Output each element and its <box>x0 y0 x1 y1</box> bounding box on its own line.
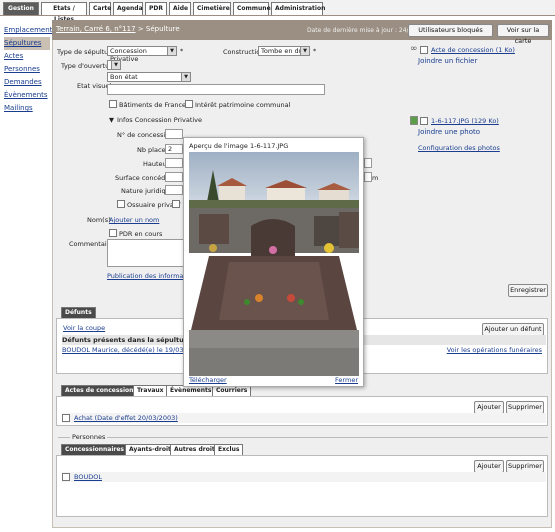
funeral-ops-link[interactable]: Voir les opérations funéraires <box>447 345 542 355</box>
tab-defunts[interactable]: Défunts <box>61 307 96 318</box>
grave-photo <box>189 152 359 379</box>
tab-commune[interactable]: Commune <box>233 2 271 15</box>
type-sepulture-select[interactable]: Concession Privative ▼ <box>107 46 177 63</box>
commentaire-textarea[interactable] <box>107 239 185 267</box>
act-link[interactable]: Achat (Date d'effet 20/03/2003) <box>74 413 178 423</box>
table-row: Achat (Date d'effet 20/03/2003) <box>62 413 546 423</box>
save-button[interactable]: Enregistrer <box>508 284 548 297</box>
close-link[interactable]: Fermer <box>335 376 358 384</box>
infos-concession-label: Infos Concession Privative <box>117 116 203 124</box>
construction-value: Tombe en dur <box>261 47 306 55</box>
photo-config-link[interactable]: Configuration des photos <box>418 144 500 152</box>
divider <box>58 437 548 438</box>
person-link[interactable]: BOUDOL <box>74 472 102 482</box>
batiments-checkbox[interactable] <box>109 100 117 108</box>
sidebar-item-personnes[interactable]: Personnes <box>4 63 50 76</box>
tab-exclus[interactable]: Exclus <box>214 444 244 455</box>
blocked-users-button[interactable]: Utilisateurs bloqués <box>408 24 493 37</box>
photo-checkbox[interactable] <box>420 117 428 125</box>
batiments-label: Bâtiments de France <box>119 101 187 109</box>
interet-label: Intérêt patrimoine communal <box>195 101 291 109</box>
nature-input[interactable] <box>165 185 183 195</box>
option-checkbox[interactable] <box>172 200 180 208</box>
tab-pdr[interactable]: PDR <box>145 2 167 15</box>
acte-link[interactable]: Acte de concession (1 Ko) <box>431 46 515 54</box>
pdr-checkbox[interactable] <box>109 229 117 237</box>
view-cut-link[interactable]: Voir la coupe <box>63 324 105 332</box>
chevron-down-icon: ▼ <box>167 47 176 55</box>
image-icon <box>410 116 418 125</box>
no-concession-input[interactable] <box>165 129 183 139</box>
sidebar-item-actes[interactable]: Actes <box>4 50 50 63</box>
add-name-link[interactable]: Ajouter un nom <box>109 216 159 224</box>
type-ouverture-select[interactable]: ▼ <box>107 60 121 70</box>
breadcrumb-link[interactable]: Terrain, Carré 6, n°117 <box>56 25 136 33</box>
view-on-map-button[interactable]: Voir sur la carte <box>497 24 549 45</box>
construction-select[interactable]: Tombe en dur ▼ <box>258 46 310 56</box>
hauteur-input[interactable] <box>165 158 183 168</box>
row-checkbox[interactable] <box>62 414 70 422</box>
breadcrumb: Terrain, Carré 6, n°117 > Sépulture <box>56 25 180 33</box>
etat-visuel-input[interactable] <box>107 84 325 95</box>
tab-actes-concession[interactable]: Actes de concession <box>61 385 138 396</box>
tab-cimetiere[interactable]: Cimetière <box>193 2 231 15</box>
ossuaire-checkbox[interactable] <box>117 200 125 208</box>
tab-autres-droit[interactable]: Autres droit <box>170 444 219 455</box>
tab-gestion[interactable]: Gestion <box>3 2 39 15</box>
chevron-down-icon: ▼ <box>111 61 120 69</box>
popup-title: Aperçu de l'image 1-6-117.JPG <box>189 142 289 150</box>
tab-ayants-droit[interactable]: Ayants-droit <box>125 444 175 455</box>
sidebar-item-emplacements[interactable]: Emplacements <box>4 24 56 37</box>
surface-input[interactable] <box>165 172 183 182</box>
breadcrumb-tail: > Sépulture <box>137 25 180 33</box>
tab-travaux[interactable]: Travaux <box>133 385 168 396</box>
sidebar-item-evenements[interactable]: Évènements <box>4 89 50 102</box>
tab-aide[interactable]: Aide <box>169 2 191 15</box>
sidebar-item-mailings[interactable]: Mailings <box>4 102 50 115</box>
sidebar-item-demandes[interactable]: Demandes <box>4 76 50 89</box>
tab-administration[interactable]: Administration <box>271 2 325 15</box>
hauteur-input-end <box>364 158 372 168</box>
tab-agenda[interactable]: Agenda <box>113 2 143 15</box>
acte-checkbox[interactable] <box>420 46 428 54</box>
join-photo-link[interactable]: Joindre une photo <box>418 128 480 136</box>
tab-carte[interactable]: Carte <box>89 2 111 15</box>
table-row: BOUDOL <box>62 472 546 482</box>
sidebar-item-sepultures[interactable]: Sépultures <box>4 37 50 50</box>
surface-unit: m <box>372 174 379 182</box>
required-mark: * <box>180 47 184 55</box>
chevron-down-icon: ▼ <box>300 47 309 55</box>
tab-concessionnaires[interactable]: Concessionnaires <box>61 444 128 455</box>
tab-etats-listes[interactable]: Etats / Listes <box>41 2 87 23</box>
deceased-link[interactable]: BOUDOL Maurice, décédé(e) le 19/03/2003 <box>62 346 202 354</box>
etat-visuel-value: Bon état <box>110 73 138 81</box>
image-preview-popup: Aperçu de l'image 1-6-117.JPG Télécharge… <box>183 137 364 387</box>
nb-places-input[interactable]: 2 <box>165 144 183 154</box>
required-mark: * <box>313 47 317 55</box>
noms-label: Nom(s) <box>87 216 111 224</box>
pdr-label: PDR en cours <box>119 230 163 238</box>
row-checkbox[interactable] <box>62 473 70 481</box>
surface-input-end <box>364 172 372 182</box>
personnes-legend: Personnes <box>70 433 108 441</box>
etat-visuel-select[interactable]: Bon état ▼ <box>107 72 191 82</box>
download-link[interactable]: Télécharger <box>189 376 227 384</box>
sidebar: Emplacements Sépultures Actes Personnes … <box>4 24 56 115</box>
interet-checkbox[interactable] <box>185 100 193 108</box>
top-navigation: Gestion Etats / Listes Carte Agenda PDR … <box>0 0 555 23</box>
chevron-down-icon: ▼ <box>181 73 190 81</box>
expand-icon[interactable]: ▼ <box>109 116 114 124</box>
join-file-link[interactable]: Joindre un fichier <box>418 57 477 65</box>
photo-link[interactable]: 1-6-117.JPG (129 Ko) <box>431 117 499 125</box>
paperclip-icon: ∞ <box>410 44 418 54</box>
